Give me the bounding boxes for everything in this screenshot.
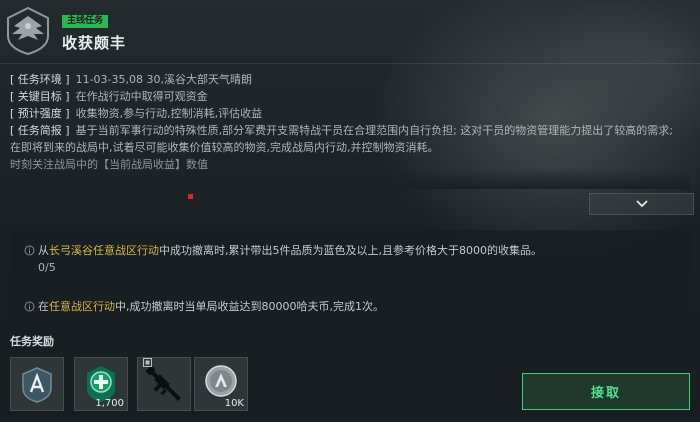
chevron-down-icon: [635, 200, 648, 208]
info-value: 基于当前军事行动的特殊性质,部分军费开支需特战干员在合理范围内自行负担; 这对干…: [75, 124, 673, 137]
reward-item[interactable]: [10, 357, 64, 411]
notification-dot: [188, 194, 193, 199]
faction-badge-icon: [22, 367, 52, 403]
reward-item[interactable]: 10K: [194, 357, 248, 411]
mission-header: 主线任务 收获颇丰: [0, 0, 700, 64]
mission-info: [ 任务环境 ] 11-03-35,08 30,溪谷大部天气晴朗 [ 关键目标 ]…: [10, 71, 690, 189]
task-text: 中,成功撤离时当单局收益达到80000哈夫币,完成1次。: [115, 300, 384, 313]
info-icon: [24, 301, 35, 312]
task-description: 在任意战区行动中,成功撤离时当单局收益达到80000哈夫币,完成1次。: [38, 298, 384, 315]
task-list: 从长弓溪谷任意战区行动中成功撤离时,累计带出5件品质为蓝色及以上,且参考价格大于…: [10, 230, 690, 322]
info-value: 11-03-35,08 30,溪谷大部天气晴朗: [75, 73, 252, 86]
task-text: 中成功撤离时,累计带出5件品质为蓝色及以上,且参考价格大于8000的收集品。: [159, 244, 542, 257]
mission-title: 收获颇丰: [62, 34, 127, 52]
info-icon: [24, 245, 35, 256]
reward-item[interactable]: 1,700: [74, 357, 128, 411]
attachment-icon: [143, 358, 152, 367]
info-intensity: [ 预计强度 ] 收集物资,参与行动,控制消耗,评估收益: [10, 105, 690, 122]
eagle-emblem-icon: [7, 6, 49, 56]
info-value: 收集物资,参与行动,控制消耗,评估收益: [75, 107, 263, 120]
info-label: [ 任务简报 ]: [10, 124, 70, 137]
info-goal: [ 关键目标 ] 在作战行动中取得可观资金: [10, 88, 690, 105]
task-text: 从: [38, 244, 49, 257]
info-brief-line2: 在即将到来的战局中,试着尽可能收集价值较高的物资,完成战局内行动,并控制物资消耗…: [10, 141, 439, 154]
task-highlight: 长弓溪谷任意战区行动: [49, 244, 159, 257]
info-value: 在作战行动中取得可观资金: [75, 90, 208, 103]
info-brief: [ 任务简报 ] 基于当前军事行动的特殊性质,部分军费开支需特战干员在合理范围内自…: [10, 122, 690, 139]
info-label: [ 任务环境 ]: [10, 73, 70, 86]
reward-count: 10K: [224, 398, 244, 409]
task-progress: 0/5: [38, 261, 56, 274]
task-text: 在: [38, 300, 49, 313]
task-description: 从长弓溪谷任意战区行动中成功撤离时,累计带出5件品质为蓝色及以上,且参考价格大于…: [38, 242, 542, 259]
header-divider: [0, 63, 700, 64]
rewards-title: 任务奖励: [10, 335, 54, 348]
info-label: [ 关键目标 ]: [10, 90, 70, 103]
accept-button[interactable]: 接取: [522, 373, 690, 410]
info-environment: [ 任务环境 ] 11-03-35,08 30,溪谷大部天气晴朗: [10, 71, 690, 88]
expand-button[interactable]: [589, 193, 694, 215]
reward-count: 1,700: [95, 398, 124, 409]
reward-item[interactable]: [137, 357, 191, 411]
mission-type-tag: 主线任务: [62, 15, 109, 28]
task-highlight: 任意战区行动: [49, 300, 115, 313]
info-label: [ 预计强度 ]: [10, 107, 70, 120]
text-fade: [10, 169, 690, 189]
